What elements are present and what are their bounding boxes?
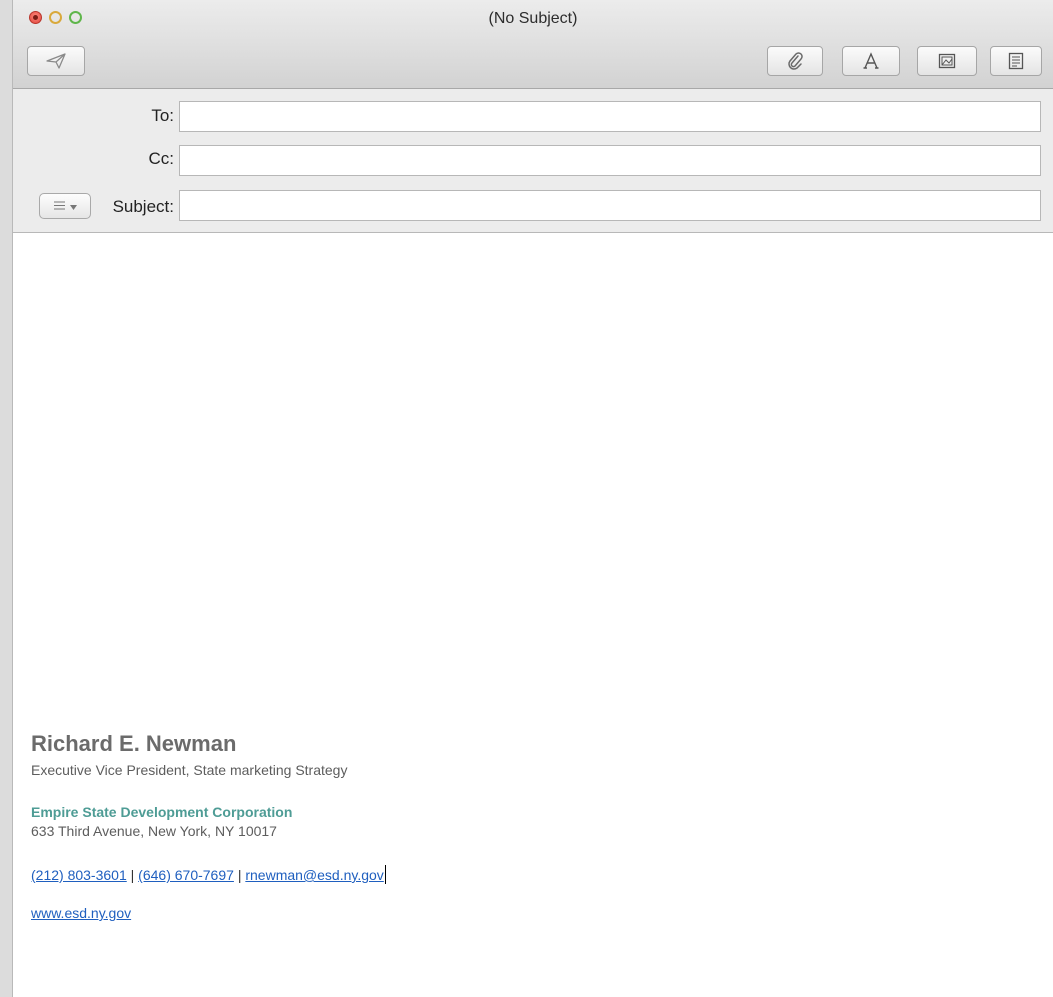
signature-company: Empire State Development Corporation: [31, 804, 293, 820]
window-title: (No Subject): [488, 10, 578, 27]
signature-title: Executive Vice President, State marketin…: [31, 762, 348, 778]
header-fields-menu-button[interactable]: [39, 193, 91, 219]
signature-address: 633 Third Avenue, New York, NY 10017: [31, 823, 277, 839]
signature-website: www.esd.ny.gov: [31, 905, 131, 921]
paperclip-icon: [787, 52, 803, 70]
compose-window: (No Subject) To: Cc: Subject: Richard E.…: [12, 0, 1053, 997]
fonts-button[interactable]: [842, 46, 900, 76]
phone-link-2[interactable]: (646) 670-7697: [138, 867, 234, 883]
chevron-down-icon: [69, 199, 77, 213]
to-label: To:: [151, 106, 174, 125]
cc-label: Cc:: [148, 149, 175, 168]
message-body[interactable]: Richard E. Newman Executive Vice Preside…: [13, 233, 1053, 997]
photo-browser-icon: [938, 53, 956, 69]
signature-name: Richard E. Newman: [31, 731, 237, 756]
subject-field[interactable]: [179, 190, 1041, 221]
email-link[interactable]: rnewman@esd.ny.gov: [245, 867, 383, 883]
phone-link-1[interactable]: (212) 803-3601: [31, 867, 127, 883]
attach-button[interactable]: [767, 46, 823, 76]
subject-label: Subject:: [112, 197, 174, 216]
separator: |: [237, 867, 242, 883]
signature-contacts: (212) 803-3601 | (646) 670-7697 | rnewma…: [31, 865, 386, 884]
paper-plane-icon: [46, 53, 66, 69]
send-button[interactable]: [27, 46, 85, 76]
cc-field[interactable]: [179, 145, 1041, 176]
separator: |: [130, 867, 135, 883]
message-header: To: Cc: Subject:: [13, 89, 1053, 233]
photo-browser-button[interactable]: [917, 46, 977, 76]
text-cursor: [384, 865, 386, 884]
stationery-button[interactable]: [990, 46, 1042, 76]
to-field[interactable]: [179, 101, 1041, 132]
list-icon: [53, 199, 65, 213]
letter-a-icon: [862, 52, 880, 70]
title-toolbar: (No Subject): [13, 0, 1053, 89]
stationery-icon: [1008, 52, 1024, 70]
website-link[interactable]: www.esd.ny.gov: [31, 905, 131, 921]
